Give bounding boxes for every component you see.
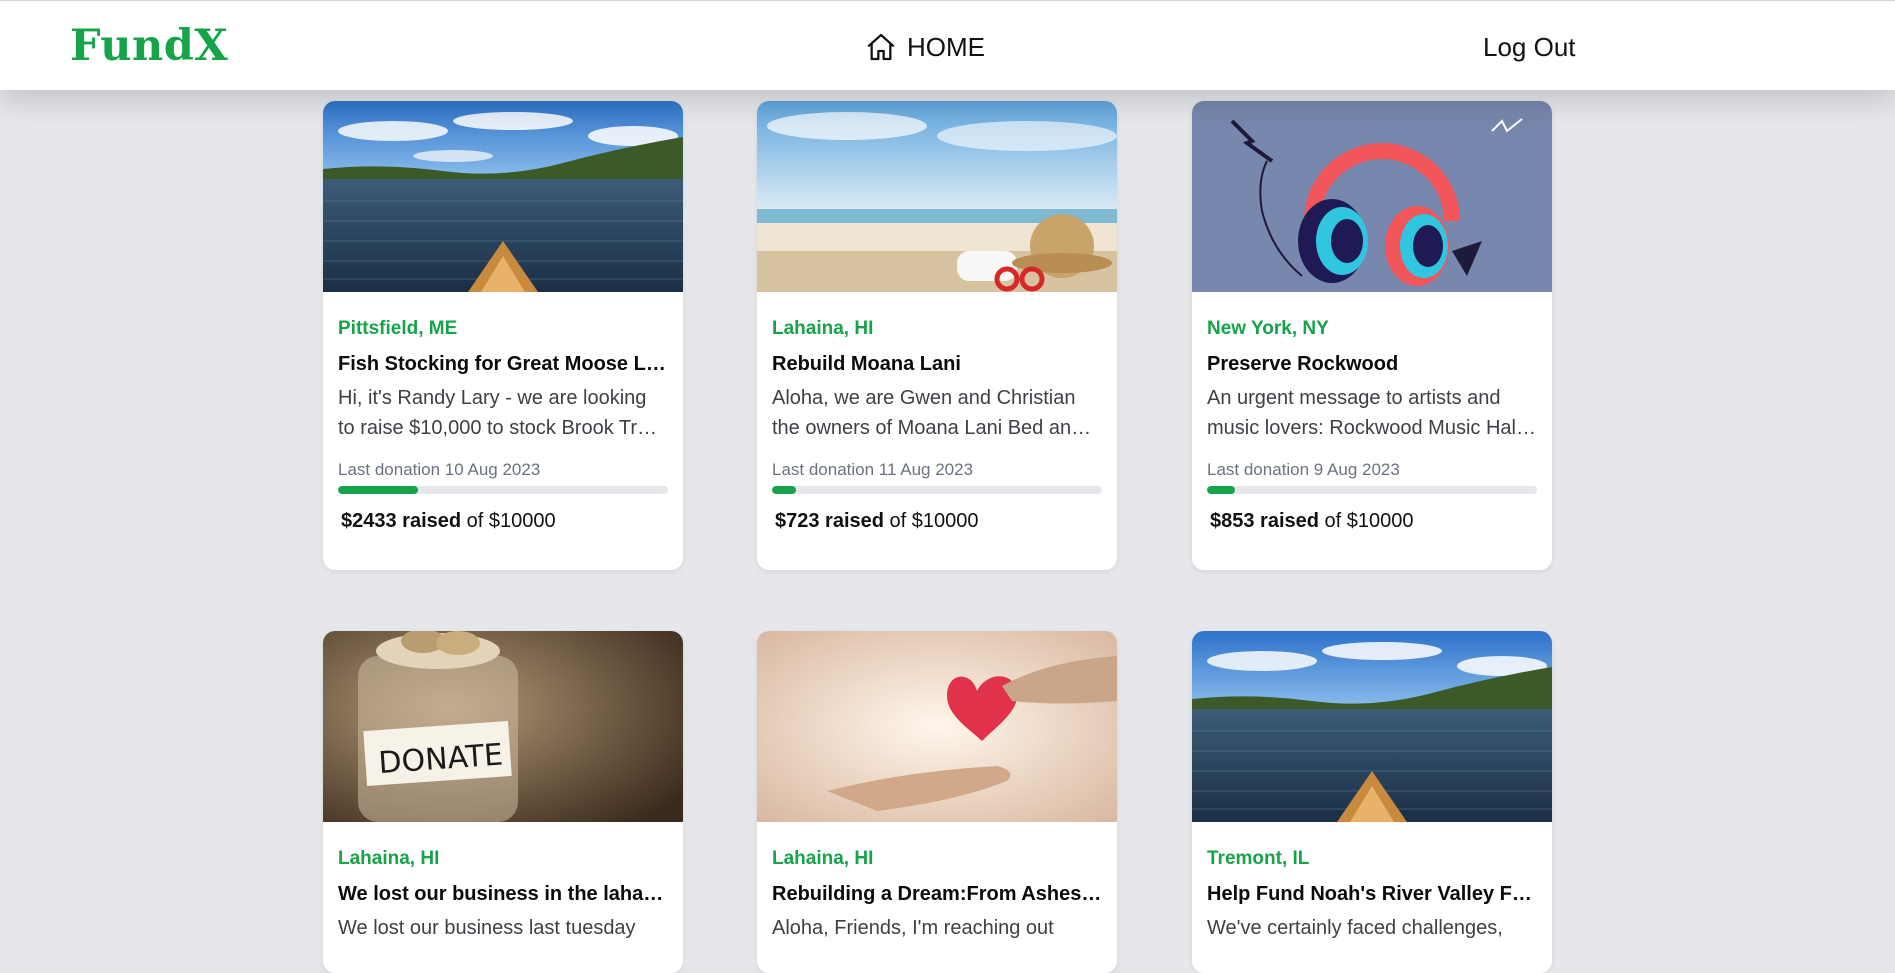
campaign-description: We lost our business last tuesday xyxy=(338,917,636,939)
campaign-title: Help Fund Noah's River Valley Fight xyxy=(1207,883,1537,905)
campaign-description: Aloha, we are Gwen and Christian the own… xyxy=(772,387,1083,439)
campaign-card[interactable]: Lahaina, HI Rebuilding a Dream:From Ashe… xyxy=(757,631,1117,973)
home-nav-label: HOME xyxy=(907,31,985,62)
goal-amount: of $10000 xyxy=(889,510,979,532)
lake-canoe-image xyxy=(1192,631,1552,822)
last-donation-date: Last donation 10 Aug 2023 xyxy=(338,460,541,479)
last-donation-date: Last donation 9 Aug 2023 xyxy=(1207,460,1400,479)
campaign-card[interactable]: DONATE Lahaina, HI We lost our business … xyxy=(323,631,683,973)
campaign-title: Fish Stocking for Great Moose Lake xyxy=(338,353,668,375)
progress-fill xyxy=(772,486,796,494)
top-navbar: FundX HOME Log Out xyxy=(0,0,1895,90)
campaign-description: We've certainly faced challenges, xyxy=(1207,917,1503,939)
campaign-card[interactable]: Tremont, IL Help Fund Noah's River Valle… xyxy=(1192,631,1552,973)
campaign-title: Rebuild Moana Lani xyxy=(772,353,961,375)
home-nav-link[interactable]: HOME xyxy=(865,27,985,67)
headphones-image xyxy=(1192,101,1552,292)
campaign-location: Pittsfield, ME xyxy=(338,318,458,339)
campaign-card[interactable]: New York, NY Preserve Rockwood An urgent… xyxy=(1192,101,1552,570)
progress-bar xyxy=(772,486,1102,494)
app-logo[interactable]: FundX xyxy=(70,19,228,73)
lake-canoe-image xyxy=(323,101,683,292)
progress-fill xyxy=(1207,486,1236,494)
campaign-title: Rebuilding a Dream:From Ashes to Hope xyxy=(772,883,1102,905)
donate-jar-image: DONATE xyxy=(323,631,683,822)
campaign-description: Hi, it's Randy Lary - we are looking to … xyxy=(338,387,665,439)
logout-link[interactable]: Log Out xyxy=(1483,27,1576,67)
campaign-location: Tremont, IL xyxy=(1207,848,1310,869)
raised-amount: $2433 raised xyxy=(341,510,462,532)
raised-amount: $723 raised xyxy=(775,510,884,532)
beach-image xyxy=(757,101,1117,292)
last-donation-date: Last donation 11 Aug 2023 xyxy=(772,460,974,479)
progress-bar xyxy=(338,486,668,494)
campaign-title: Preserve Rockwood xyxy=(1207,353,1399,375)
goal-amount: of $10000 xyxy=(466,510,556,532)
raised-amount: $853 raised xyxy=(1210,510,1319,532)
campaign-location: Lahaina, HI xyxy=(338,848,440,869)
campaign-description: Aloha, Friends, I'm reaching out xyxy=(772,917,1054,939)
campaign-description: An urgent message to artists and music l… xyxy=(1207,387,1521,439)
campaign-card[interactable]: Pittsfield, ME Fish Stocking for Great M… xyxy=(323,101,683,570)
campaign-location: New York, NY xyxy=(1207,318,1329,339)
progress-bar xyxy=(1207,486,1537,494)
raised-summary: $723 raised of $10000 xyxy=(772,508,1102,570)
raised-summary: $853 raised of $10000 xyxy=(1207,508,1537,570)
home-icon xyxy=(865,31,897,63)
campaign-card[interactable]: Lahaina, HI Rebuild Moana Lani Aloha, we… xyxy=(757,101,1117,570)
campaign-location: Lahaina, HI xyxy=(772,848,874,869)
goal-amount: of $10000 xyxy=(1324,510,1414,532)
campaign-title: We lost our business in the lahaina fire xyxy=(338,883,668,905)
heart-hands-image xyxy=(757,631,1117,822)
raised-summary: $2433 raised of $10000 xyxy=(338,508,668,570)
campaign-location: Lahaina, HI xyxy=(772,318,874,339)
progress-fill xyxy=(338,486,419,494)
